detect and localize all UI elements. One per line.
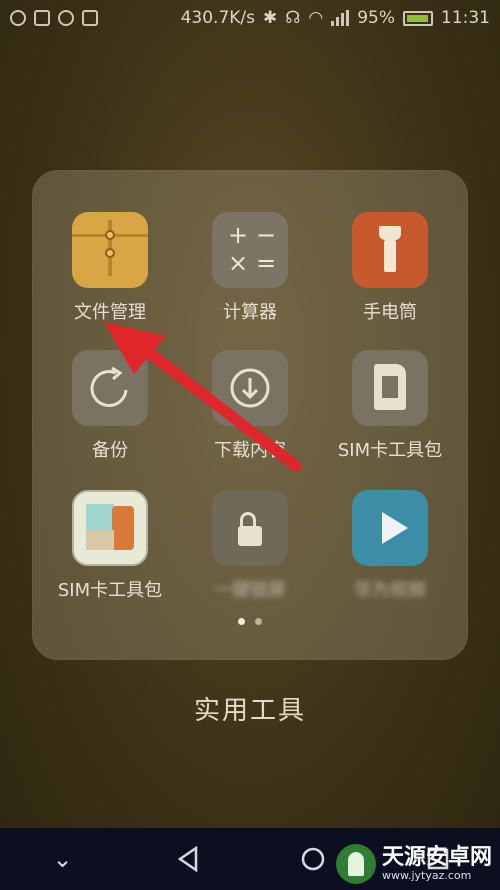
page-indicator (32, 618, 468, 625)
folder-panel: 文件管理 + − × = 计算器 手电筒 备份 下载内容 SIM卡工具包 SIM… (32, 170, 468, 660)
sim-toolkit-icon-2 (72, 490, 148, 566)
notification-icon (10, 10, 26, 26)
video-play-icon (352, 490, 428, 566)
app-sim-toolkit-2[interactable]: SIM卡工具包 (40, 490, 180, 602)
app-label: 文件管理 (74, 302, 146, 323)
media-icon (58, 10, 74, 26)
app-label: 下载内容 (214, 440, 286, 461)
app-downloads[interactable]: 下载内容 (180, 350, 320, 462)
home-icon[interactable] (283, 839, 343, 879)
sim-toolkit-icon (352, 350, 428, 426)
calculator-icon: + − × = (212, 212, 288, 288)
status-right: 430.7K/s ✱ ☊ ◠ 95% 11:31 (181, 8, 490, 28)
app-calculator[interactable]: + − × = 计算器 (180, 212, 320, 324)
network-speed: 430.7K/s (180, 8, 255, 28)
app-label: 计算器 (223, 302, 277, 323)
battery-icon (403, 10, 433, 26)
headphones-icon: ☊ (285, 8, 301, 28)
bluetooth-icon: ✱ (263, 8, 278, 28)
wifi-icon: ◠ (308, 8, 324, 28)
signal-icon (331, 10, 350, 26)
down-chevron-icon[interactable]: ⌄ (33, 839, 93, 879)
watermark-url: www.jytyaz.com (381, 869, 472, 883)
app-label: SIM卡工具包 (337, 440, 443, 461)
app-lock-screen[interactable]: 一键锁屏 (180, 490, 320, 602)
app-file-manager[interactable]: 文件管理 (40, 212, 180, 324)
folder-title[interactable]: 实用工具 (0, 690, 500, 727)
page-dot (255, 618, 262, 625)
app-flashlight[interactable]: 手电筒 (320, 212, 460, 324)
app-video[interactable]: 华为视频 (320, 490, 460, 602)
sim-icon (34, 10, 50, 26)
lock-icon (212, 490, 288, 566)
battery-percent: 95% (357, 8, 395, 28)
watermark: 天源安卓网 www.jytyaz.com (335, 844, 492, 884)
app-backup[interactable]: 备份 (40, 350, 180, 462)
app-label: 备份 (92, 440, 128, 461)
app-label: 华为视频 (354, 580, 426, 601)
watermark-logo-icon (335, 844, 376, 884)
gallery-icon (82, 10, 98, 26)
status-bar: 430.7K/s ✱ ☊ ◠ 95% 11:31 (0, 0, 500, 36)
clock: 11:31 (441, 8, 490, 28)
download-icon (212, 350, 288, 426)
page-dot-active (238, 618, 245, 625)
back-icon[interactable] (158, 839, 218, 879)
watermark-title: 天源安卓网 (381, 844, 492, 870)
app-label: SIM卡工具包 (57, 580, 163, 601)
app-label: 一键锁屏 (214, 580, 286, 601)
backup-icon (72, 350, 148, 426)
status-left (10, 10, 98, 26)
app-sim-toolkit[interactable]: SIM卡工具包 (320, 350, 460, 462)
file-manager-icon (72, 212, 148, 288)
app-label: 手电筒 (363, 302, 417, 323)
flashlight-icon (352, 212, 428, 288)
